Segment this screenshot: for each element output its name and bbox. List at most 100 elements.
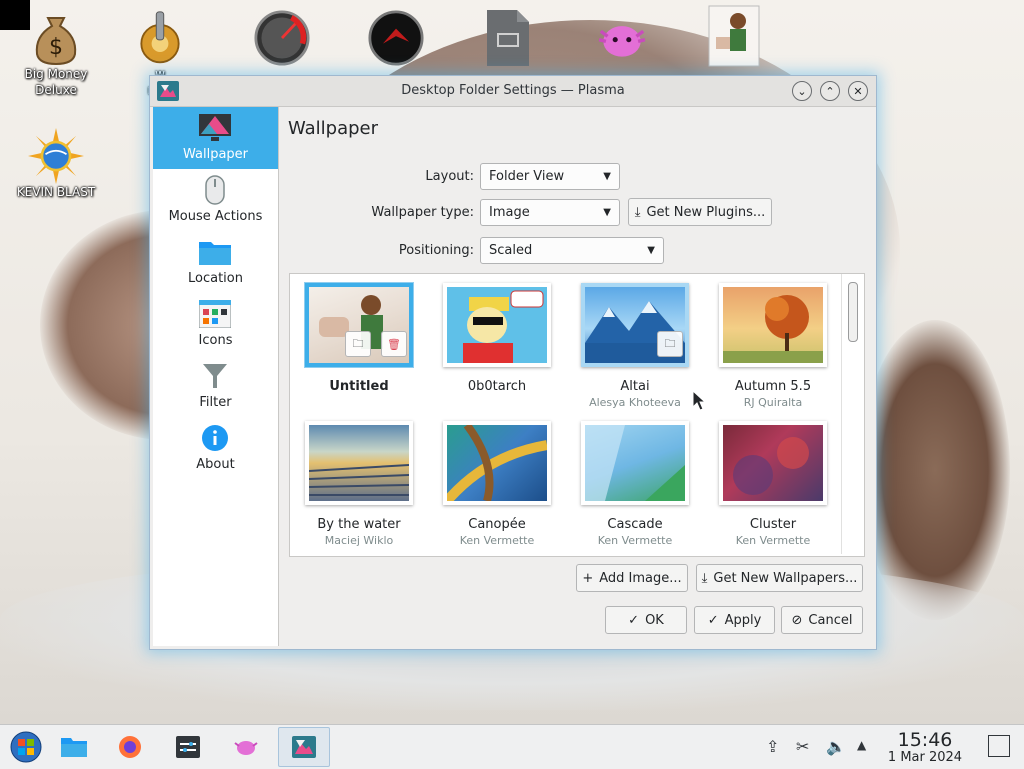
red-disc-icon <box>368 10 424 66</box>
desktop-icon-red-disc[interactable] <box>356 10 436 66</box>
desktop-icon-kevin-blast[interactable]: KEVIN BLAST <box>16 128 96 200</box>
taskbar-file-manager[interactable] <box>48 727 100 767</box>
wallpaper-name: Untitled <box>329 379 389 394</box>
desktop-icon-file[interactable] <box>468 10 548 66</box>
taskbar-firefox[interactable] <box>104 727 156 767</box>
sidebar-item-mouse-actions[interactable]: Mouse Actions <box>153 169 278 231</box>
speedometer-icon <box>254 10 310 66</box>
layout-combo[interactable]: Folder View ▼ <box>480 163 620 190</box>
taskbar-desktop-settings[interactable] <box>278 727 330 767</box>
start-menu-button[interactable] <box>0 727 52 767</box>
title-bar[interactable]: Desktop Folder Settings — Plasma ⌄ ⌃ ✕ <box>150 76 876 107</box>
chevron-down-icon: ▼ <box>603 171 611 182</box>
info-icon <box>199 422 231 454</box>
maximize-button[interactable]: ⌃ <box>820 81 840 101</box>
money-bag-icon: $ <box>28 10 84 66</box>
expand-tray-icon[interactable]: ▲ <box>857 738 866 752</box>
sidebar-item-label: Filter <box>199 395 232 410</box>
clock-date[interactable]: 1 Mar 2024 <box>878 750 972 765</box>
add-image-label: Add Image... <box>599 570 682 586</box>
sidebar-item-label: Wallpaper <box>182 147 249 162</box>
scrollbar-thumb[interactable] <box>848 282 858 342</box>
desktop-icon-gauge[interactable] <box>242 10 322 66</box>
wallpaper-tile-by-the-water[interactable]: By the water Maciej Wiklo <box>294 416 424 547</box>
wallpaper-name: 0b0tarch <box>467 379 527 394</box>
get-new-plugins-label: Get New Plugins... <box>646 204 766 220</box>
chevron-down-icon: ▼ <box>647 245 655 256</box>
wallpaper-name: Canopée <box>468 517 526 532</box>
sidebar-item-label: About <box>196 457 235 472</box>
positioning-label: Positioning: <box>398 243 474 258</box>
positioning-value: Scaled <box>489 243 533 258</box>
taskbar-system-settings[interactable] <box>162 727 214 767</box>
wallpaper-tile-cascade[interactable]: Cascade Ken Vermette <box>570 416 700 547</box>
mouse-icon <box>199 174 231 206</box>
wallpaper-name: Cascade <box>607 517 663 532</box>
trash-icon: 🗑 <box>387 337 401 351</box>
sidebar-item-filter[interactable]: Filter <box>153 355 278 417</box>
taskbar: ⇪ ✂ 🔈 ▲ <box>0 724 1024 769</box>
sidebar-item-icons[interactable]: Icons <box>153 293 278 355</box>
wallpaper-author: Ken Vermette <box>735 534 811 547</box>
taskbar-axolotl-app[interactable] <box>220 727 272 767</box>
wallpaper-scrollbar[interactable] <box>841 274 864 554</box>
positioning-combo[interactable]: Scaled ▼ <box>480 237 664 264</box>
file-icon <box>480 10 536 66</box>
desktop-icon-axolotl[interactable] <box>582 10 662 66</box>
wallpaper-name: Cluster <box>749 517 797 532</box>
desktop-icon-image[interactable] <box>694 5 774 67</box>
wallpaper-tile-0b0tarch[interactable]: 0b0tarch <box>432 278 562 396</box>
gear-icon <box>132 10 188 66</box>
ok-label: OK <box>645 612 664 628</box>
firefox-icon <box>119 736 141 758</box>
desktop-icon-label: Big Money Deluxe <box>24 67 88 97</box>
wallpaper-author: Alesya Khoteeva <box>589 396 681 409</box>
ok-button[interactable]: ✓ OK <box>605 606 687 634</box>
globe-sun-icon <box>28 128 84 184</box>
monitor-icon <box>199 112 231 144</box>
wallpaper-thumbnail: 🗀 🗑 <box>305 283 413 367</box>
settings-icon <box>176 736 200 758</box>
wallpaper-author: Ken Vermette <box>459 534 535 547</box>
add-image-button[interactable]: + Add Image... <box>576 564 688 592</box>
open-folder-button[interactable]: 🗀 <box>345 331 371 357</box>
checkmark-icon: ✓ <box>628 612 640 628</box>
show-desktop-button[interactable] <box>988 735 1010 757</box>
wallpaper-type-label: Wallpaper type: <box>371 205 474 220</box>
get-new-wallpapers-button[interactable]: ⤓ Get New Wallpapers... <box>696 564 863 592</box>
wallpaper-type-combo[interactable]: Image ▼ <box>480 199 620 226</box>
wallpaper-name: Autumn 5.5 <box>734 379 812 394</box>
image-file-icon <box>706 5 762 67</box>
sidebar-item-label: Location <box>188 271 243 286</box>
updates-icon[interactable]: ⇪ <box>766 737 779 756</box>
sidebar-item-wallpaper[interactable]: Wallpaper <box>153 107 278 169</box>
cancel-icon: ⊘ <box>791 612 803 628</box>
filter-icon <box>199 360 231 392</box>
wallpaper-name: By the water <box>317 517 401 532</box>
wallpaper-tile-autumn[interactable]: Autumn 5.5 RJ Quiralta <box>708 278 838 409</box>
cancel-button[interactable]: ⊘ Cancel <box>781 606 863 634</box>
wallpaper-tile-cluster[interactable]: Cluster Ken Vermette <box>708 416 838 547</box>
delete-button[interactable]: 🗑 <box>381 331 407 357</box>
sidebar-item-about[interactable]: About <box>153 417 278 479</box>
chevron-down-icon: ⌄ <box>797 84 807 98</box>
apply-button[interactable]: ✓ Apply <box>694 606 775 634</box>
get-new-plugins-button[interactable]: ⤓ Get New Plugins... <box>628 198 772 226</box>
desktop-icon-big-money[interactable]: $ Big Money Deluxe <box>16 10 96 98</box>
wallpaper-tile-altai[interactable]: 🗀 Altai Alesya Khoteeva <box>570 278 700 409</box>
clock-time[interactable]: 15:46 <box>884 729 966 751</box>
scissors-icon[interactable]: ✂ <box>796 737 809 756</box>
close-button[interactable]: ✕ <box>848 81 868 101</box>
volume-icon[interactable]: 🔈 <box>826 737 846 756</box>
open-folder-button[interactable]: 🗀 <box>657 331 683 357</box>
plasma-app-icon <box>292 736 316 758</box>
settings-dialog: Desktop Folder Settings — Plasma ⌄ ⌃ ✕ W… <box>149 75 877 650</box>
apply-label: Apply <box>724 612 762 628</box>
minimize-button[interactable]: ⌄ <box>792 81 812 101</box>
sidebar-item-location[interactable]: Location <box>153 231 278 293</box>
sidebar-item-label: Mouse Actions <box>168 209 263 224</box>
layout-label: Layout: <box>425 169 474 184</box>
wallpaper-tile-untitled[interactable]: 🗀 🗑 Untitled <box>294 278 424 396</box>
wallpaper-tile-canopee[interactable]: Canopée Ken Vermette <box>432 416 562 547</box>
chevron-down-icon: ▼ <box>603 207 611 218</box>
